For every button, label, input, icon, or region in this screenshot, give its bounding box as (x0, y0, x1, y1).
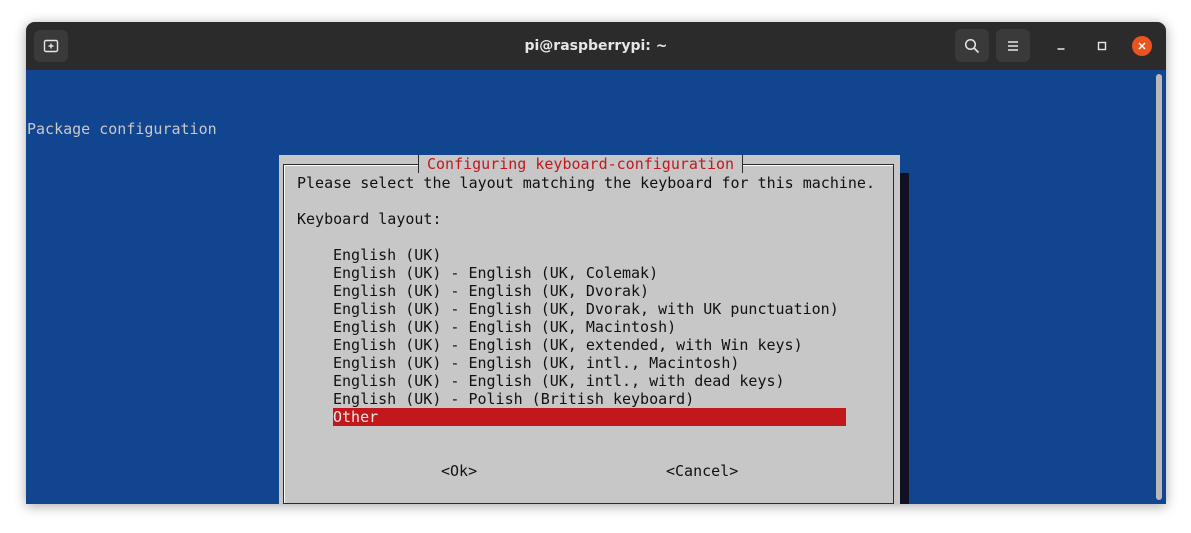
layout-option-dvorak-uk-punctuation[interactable]: English (UK) - English (UK, Dvorak, with… (333, 300, 839, 318)
dialog-title: Configuring keyboard-configuration (418, 155, 744, 173)
new-tab-icon (43, 39, 59, 53)
layout-option-extended-win-keys[interactable]: English (UK) - English (UK, extended, wi… (333, 336, 803, 354)
package-configuration-header: Package configuration (27, 120, 217, 138)
close-icon (1138, 42, 1146, 50)
terminal-window: pi@raspberrypi: ~ Package configuration … (26, 22, 1166, 504)
layout-option-other-selected[interactable]: Other (333, 408, 846, 426)
cancel-button[interactable]: <Cancel> (666, 462, 738, 480)
window-title: pi@raspberrypi: ~ (524, 38, 668, 54)
minimize-icon (1057, 48, 1065, 50)
layout-option-macintosh[interactable]: English (UK) - English (UK, Macintosh) (333, 318, 676, 336)
layout-option-polish-british[interactable]: English (UK) - Polish (British keyboard) (333, 390, 694, 408)
layout-option-english-uk[interactable]: English (UK) (333, 246, 441, 264)
search-icon (964, 38, 980, 53)
maximize-button[interactable] (1092, 36, 1112, 56)
maximize-icon (1097, 41, 1107, 51)
new-tab-button[interactable] (34, 30, 68, 62)
layout-option-intl-dead-keys[interactable]: English (UK) - English (UK, intl., with … (333, 372, 785, 390)
layout-option-dvorak[interactable]: English (UK) - English (UK, Dvorak) (333, 282, 649, 300)
scrollbar-thumb[interactable] (1156, 74, 1162, 500)
keyboard-config-dialog: Configuring keyboard-configuration Pleas… (279, 155, 900, 504)
title-bar: pi@raspberrypi: ~ (26, 22, 1166, 70)
hamburger-menu-icon (1008, 40, 1018, 51)
layout-option-intl-macintosh[interactable]: English (UK) - English (UK, intl., Macin… (333, 354, 739, 372)
search-button[interactable] (955, 29, 989, 62)
layout-option-colemak[interactable]: English (UK) - English (UK, Colemak) (333, 264, 658, 282)
ok-button[interactable]: <Ok> (441, 462, 477, 480)
close-button[interactable] (1132, 36, 1152, 56)
terminal-area[interactable]: Package configuration Configuring keyboa… (26, 70, 1154, 504)
menu-button[interactable] (996, 29, 1030, 62)
minimize-button[interactable] (1051, 36, 1071, 56)
keyboard-layout-label: Keyboard layout: (297, 210, 442, 228)
dialog-prompt: Please select the layout matching the ke… (297, 174, 875, 192)
